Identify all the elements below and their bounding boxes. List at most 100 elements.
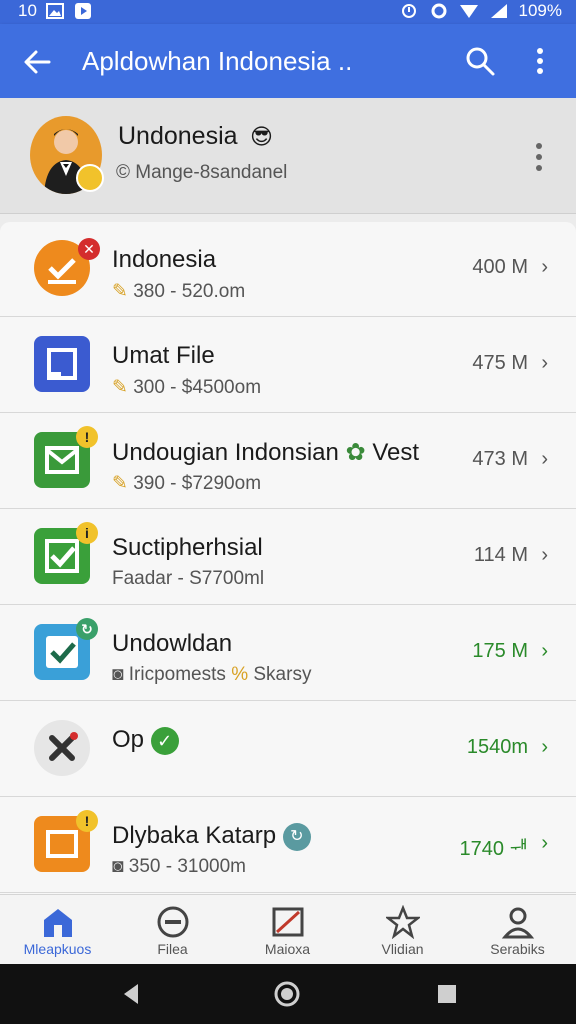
sunglasses-emoji-icon: 😎 xyxy=(250,124,273,149)
item-subtitle-text: Iricpomests xyxy=(128,664,226,685)
nav-item-files[interactable]: Filea xyxy=(115,895,230,965)
percent-icon: % xyxy=(231,664,249,685)
alert-badge-icon: ! xyxy=(76,810,98,832)
warning-badge-icon: ! xyxy=(76,426,98,448)
item-title-text: Undougian Indonsian xyxy=(112,439,339,466)
item-title: Umat File xyxy=(112,342,215,369)
item-title: Undougian Indonsian ✿ Vest xyxy=(112,438,419,467)
status-bar: 10 109% xyxy=(0,0,576,24)
chevron-right-icon: › xyxy=(541,640,548,662)
system-navigation-bar xyxy=(0,964,576,1024)
sync-badge-icon: ↻ xyxy=(76,618,98,640)
search-icon[interactable] xyxy=(464,45,496,77)
refresh-icon: ↻ xyxy=(282,822,311,851)
pencil-icon: ✎ xyxy=(112,473,128,494)
profile-name: Undonesia xyxy=(118,122,238,150)
item-title: Indonesia xyxy=(112,246,217,273)
item-subtitle: ✎ 300 - $4500om xyxy=(112,376,261,399)
back-arrow-icon[interactable] xyxy=(22,47,52,77)
list-item[interactable]: i Suctipherhsial Faadar - S7700ml 114 M … xyxy=(0,510,576,605)
copyright-icon: © xyxy=(116,162,130,183)
photo-edit-icon xyxy=(271,905,305,939)
battery-level: 109% xyxy=(518,1,562,20)
item-size: 473 M xyxy=(472,448,528,470)
more-options-icon[interactable] xyxy=(528,46,552,76)
profile-subtitle-text: Mange-8sandanel xyxy=(135,162,288,183)
tools-icon xyxy=(34,720,90,776)
item-title-text: Op xyxy=(112,726,145,753)
bottom-navigation: Mleapkuos Filea Maioxa Vlidian Serabiks xyxy=(0,894,576,964)
pencil-icon: ✎ xyxy=(112,377,128,398)
item-subtitle-text: 300 - $4500om xyxy=(133,377,262,398)
chevron-right-icon: › xyxy=(541,832,548,854)
item-title: Undowldan xyxy=(112,630,233,657)
profile-subtitle: © Mange-8sandanel xyxy=(116,162,287,184)
list-item[interactable]: ! Undougian Indonsian ✿ Vest ✎ 390 - $72… xyxy=(0,414,576,509)
app-list: ✕ Indonesia ✎ 380 - 520.om 400 M › Umat … xyxy=(0,222,576,894)
signal-icon xyxy=(489,1,509,21)
item-subtitle-text: 350 - 31000m xyxy=(128,856,247,877)
item-size: 1540m xyxy=(466,736,528,758)
leaf-icon: ✿ xyxy=(345,439,366,466)
item-size: 400 M xyxy=(472,256,528,278)
app-bar: Apldowhan Indonesia .. xyxy=(0,24,576,98)
nav-label: Serabiks xyxy=(490,941,545,957)
home-circle-icon[interactable] xyxy=(272,979,302,1009)
chevron-right-icon: › xyxy=(541,256,548,278)
minus-circle-icon xyxy=(156,905,190,939)
play-store-icon xyxy=(73,1,93,21)
item-size: 475 M xyxy=(472,352,528,374)
list-item[interactable]: ✕ Indonesia ✎ 380 - 520.om 400 M › xyxy=(0,222,576,317)
avatar-badge-icon xyxy=(76,164,104,192)
item-subtitle: ◙ 350 - 31000m xyxy=(112,856,246,878)
item-size: 114 M xyxy=(473,544,528,566)
item-title: Op ✓ xyxy=(112,726,179,755)
item-title-extra: Vest xyxy=(372,439,420,466)
wifi-icon xyxy=(459,1,479,21)
list-item[interactable]: ! Dlybaka Katarp ↻ ◙ 350 - 31000m 1740 ᆊ… xyxy=(0,798,576,893)
item-subtitle: ✎ 390 - $7290om xyxy=(112,472,261,495)
nav-item-media[interactable]: Maioxa xyxy=(230,895,345,965)
item-size: 175 M xyxy=(472,640,528,662)
nav-label: Filea xyxy=(157,941,188,957)
item-subtitle: Faadar - S7700ml xyxy=(112,568,265,589)
item-subtitle: ✎ 380 - 520.om xyxy=(112,280,245,303)
page-title: Apldowhan Indonesia .. xyxy=(82,46,353,76)
error-badge-icon: ✕ xyxy=(78,238,100,260)
chevron-right-icon: › xyxy=(541,352,548,374)
list-item[interactable]: Umat File ✎ 300 - $4500om 475 M › xyxy=(0,318,576,413)
status-left: 10 xyxy=(18,1,93,21)
status-time: 10 xyxy=(18,1,37,20)
image-icon xyxy=(45,1,65,21)
pencil-icon: ✎ xyxy=(112,281,128,302)
chevron-right-icon: › xyxy=(541,736,548,758)
chevron-right-icon: › xyxy=(541,544,548,566)
chevron-right-icon: › xyxy=(541,448,548,470)
nav-label: Vlidian xyxy=(381,941,424,957)
item-title: Dlybaka Katarp ↻ xyxy=(112,822,311,851)
back-triangle-icon[interactable] xyxy=(116,979,146,1009)
verified-check-icon: ✓ xyxy=(150,726,179,755)
item-title: Suctipherhsial xyxy=(112,534,263,561)
info-badge-icon: i xyxy=(76,522,98,544)
camera-icon: ◙ xyxy=(112,856,124,877)
home-icon xyxy=(41,905,75,939)
settings-icon xyxy=(429,1,449,21)
alarm-icon xyxy=(399,1,419,21)
status-right: 109% xyxy=(399,1,562,21)
nav-label: Maioxa xyxy=(264,941,311,957)
profile-header[interactable]: Undonesia 😎 © Mange-8sandanel xyxy=(0,98,576,214)
recents-square-icon[interactable] xyxy=(432,979,462,1009)
item-subtitle: ◙ Iricpomests % Skarsy xyxy=(112,664,311,686)
list-item[interactable]: Op ✓ 1540m › xyxy=(0,702,576,797)
person-icon xyxy=(501,905,535,939)
nav-item-favorites[interactable]: Vlidian xyxy=(345,895,460,965)
nav-item-profile[interactable]: Serabiks xyxy=(460,895,575,965)
item-subtitle-extra: Skarsy xyxy=(253,664,312,685)
list-item[interactable]: ↻ Undowldan ◙ Iricpomests % Skarsy 175 M… xyxy=(0,606,576,701)
nav-item-home[interactable]: Mleapkuos xyxy=(0,895,115,965)
profile-more-icon[interactable] xyxy=(528,140,550,174)
item-subtitle-text: 390 - $7290om xyxy=(133,473,262,494)
file-icon xyxy=(34,336,90,392)
item-size: 1740 ᆊ xyxy=(459,838,528,860)
